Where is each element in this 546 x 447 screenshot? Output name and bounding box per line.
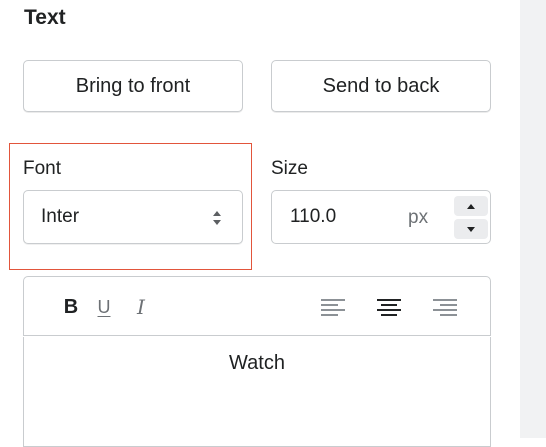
size-decrement-button[interactable] bbox=[454, 219, 488, 239]
bold-button[interactable]: B bbox=[54, 291, 88, 323]
size-input[interactable]: 110.0 px bbox=[271, 190, 491, 244]
size-value[interactable]: 110.0 bbox=[290, 206, 336, 228]
select-arrows-icon bbox=[212, 209, 222, 227]
text-editor[interactable]: Watch bbox=[23, 337, 491, 447]
size-label: Size bbox=[271, 158, 308, 179]
size-increment-button[interactable] bbox=[454, 196, 488, 216]
section-title: Text bbox=[24, 6, 66, 29]
align-center-icon bbox=[377, 299, 401, 316]
text-format-toolbar: B U I bbox=[23, 276, 491, 336]
send-to-back-button[interactable]: Send to back bbox=[271, 60, 491, 112]
italic-button[interactable]: I bbox=[124, 291, 158, 323]
align-center-button[interactable] bbox=[372, 291, 406, 323]
font-select-value: Inter bbox=[41, 206, 80, 227]
size-unit: px bbox=[408, 207, 429, 228]
side-panel-gutter bbox=[520, 0, 546, 438]
caret-down-icon bbox=[467, 226, 475, 232]
align-right-button[interactable] bbox=[428, 291, 462, 323]
align-left-icon bbox=[321, 299, 345, 316]
font-label: Font bbox=[23, 158, 62, 179]
bring-to-front-button[interactable]: Bring to front bbox=[23, 60, 243, 112]
underline-button[interactable]: U bbox=[87, 291, 121, 323]
caret-up-icon bbox=[467, 203, 475, 209]
font-select[interactable]: Inter bbox=[23, 190, 243, 244]
align-left-button[interactable] bbox=[316, 291, 350, 323]
editor-content[interactable]: Watch bbox=[24, 352, 490, 375]
align-right-icon bbox=[433, 299, 457, 316]
